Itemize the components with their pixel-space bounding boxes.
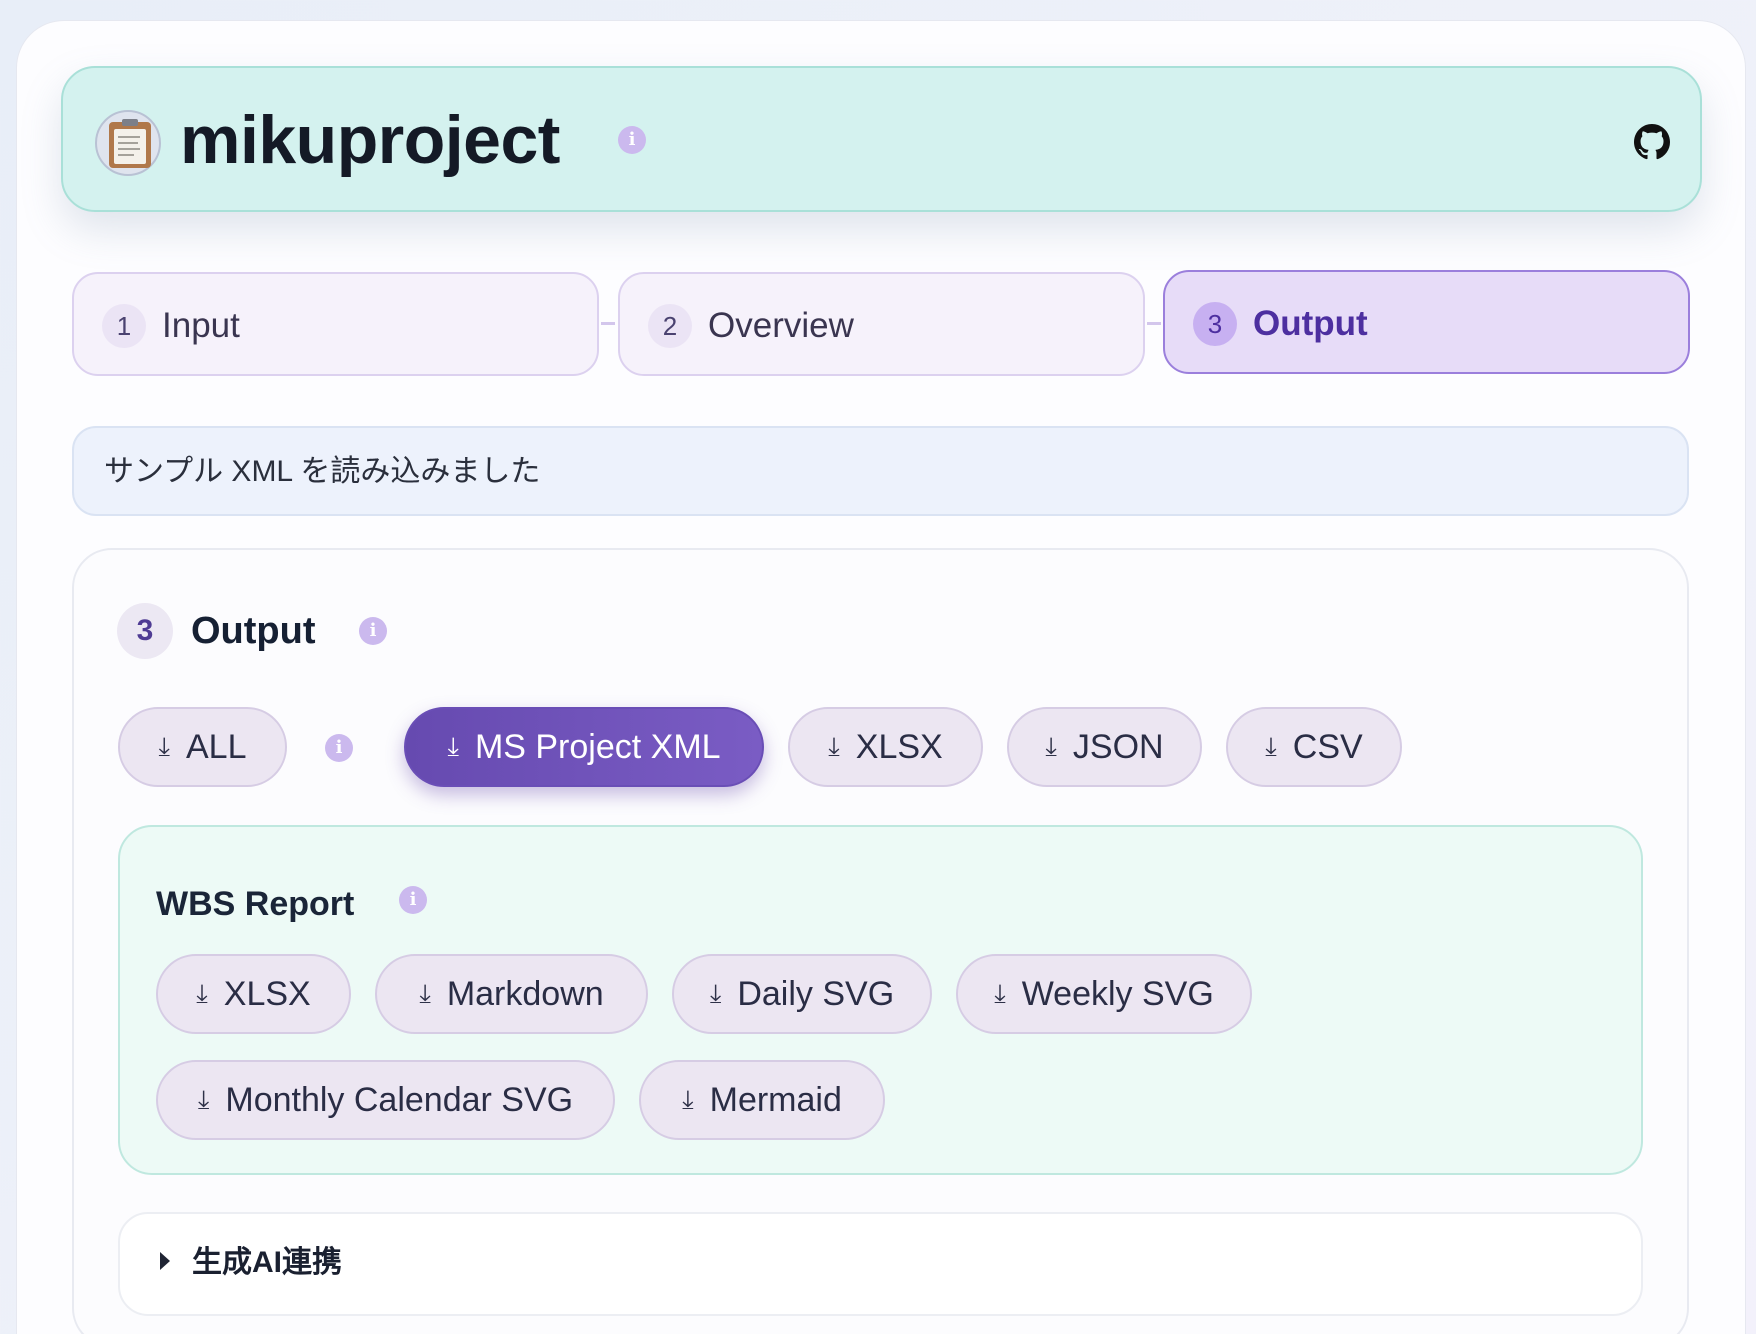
download-icon: ⤓ [447,731,459,761]
step-input[interactable]: 1 Input [72,272,599,376]
app-header: mikuproject i [61,66,1702,212]
download-json-button[interactable]: ⤓ JSON [1007,707,1202,787]
download-icon: ⤓ [197,1084,210,1114]
step-connector [1147,322,1161,325]
status-text: サンプル XML を読み込みました [104,455,541,488]
download-icon: ⤓ [994,978,1006,1008]
wbs-weekly-svg-button[interactable]: ⤓ Weekly SVG [956,954,1252,1034]
download-csv-button[interactable]: ⤓ CSV [1226,707,1402,787]
download-icon: ⤓ [196,978,208,1008]
ai-integration-section[interactable]: 生成AI連携 [118,1212,1643,1316]
download-ms-project-xml-button[interactable]: ⤓ MS Project XML [404,707,764,787]
download-icon: ⤓ [158,731,171,761]
step-overview[interactable]: 2 Overview [618,272,1145,376]
wbs-markdown-button[interactable]: ⤓ Markdown [375,954,648,1034]
step-number: 2 [648,304,692,348]
step-connector [601,322,615,325]
info-icon[interactable]: i [618,126,646,154]
step-label: Output [1253,304,1368,343]
info-icon[interactable]: i [359,617,387,645]
caret-right-icon [160,1252,170,1270]
wbs-report-title: WBS Report [156,885,355,923]
step-label: Overview [708,306,854,345]
section-number: 3 [117,603,173,659]
step-output[interactable]: 3 Output [1163,270,1690,374]
download-xlsx-button[interactable]: ⤓ XLSX [788,707,983,787]
info-icon[interactable]: i [325,734,353,762]
download-icon: ⤓ [828,731,840,761]
download-icon: ⤓ [682,1084,694,1114]
download-icon: ⤓ [1045,731,1057,761]
info-icon[interactable]: i [399,886,427,914]
ai-integration-label: 生成AI連携 [192,1246,342,1279]
wbs-xlsx-button[interactable]: ⤓ XLSX [156,954,351,1034]
app-title: mikuproject [180,102,560,178]
github-icon[interactable] [1634,124,1670,160]
download-icon: ⤓ [419,978,431,1008]
step-number: 1 [102,304,146,348]
step-label: Input [162,306,240,345]
status-message: サンプル XML を読み込みました [72,426,1689,516]
section-title: Output [191,610,316,652]
step-number: 3 [1193,302,1237,346]
download-all-button[interactable]: ⤓ ALL [118,707,287,787]
wbs-mermaid-button[interactable]: ⤓ Mermaid [639,1060,885,1140]
wbs-monthly-calendar-svg-button[interactable]: ⤓ Monthly Calendar SVG [156,1060,615,1140]
download-icon: ⤓ [1265,731,1277,761]
clipboard-icon [95,110,161,176]
wbs-daily-svg-button[interactable]: ⤓ Daily SVG [672,954,932,1034]
download-icon: ⤓ [709,978,722,1008]
